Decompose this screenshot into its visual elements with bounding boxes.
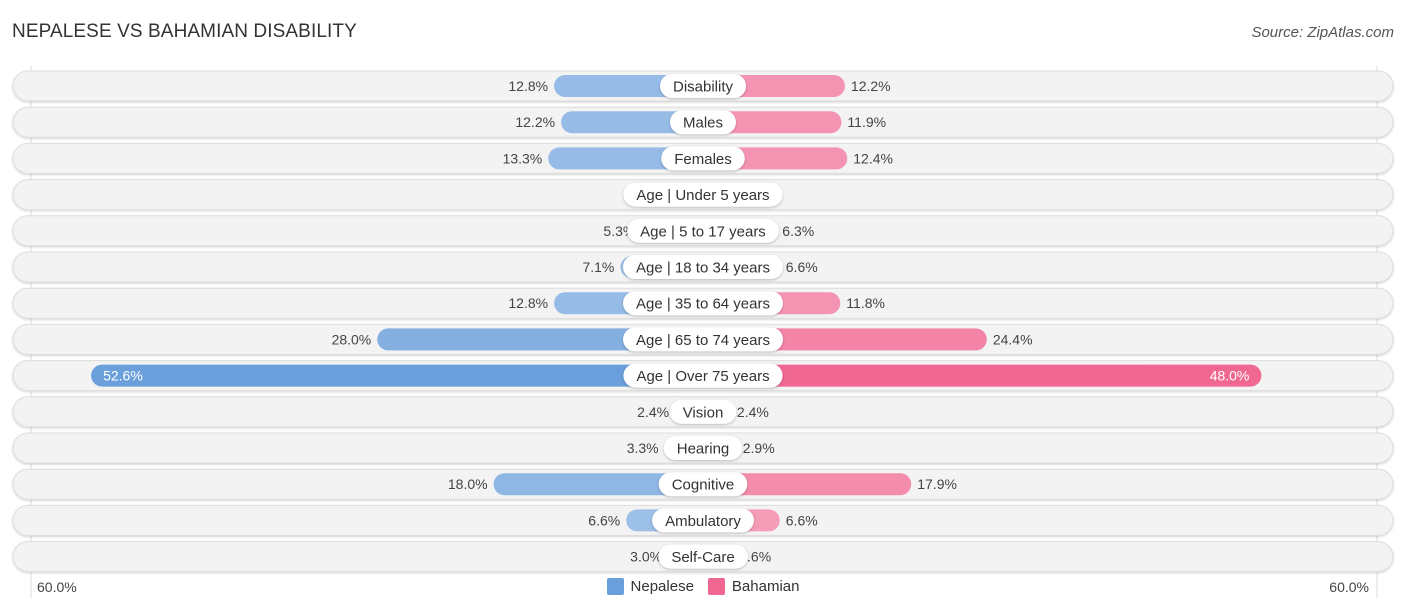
category-label: Ambulatory: [665, 513, 741, 530]
chart-row[interactable]: 7.1% 6.6% Age | 18 to 34 years: [12, 251, 1394, 283]
category-label: Age | 18 to 34 years: [636, 260, 770, 277]
value-label-nepalese: 12.8%: [508, 78, 548, 94]
value-label-nepalese: 52.6%: [103, 368, 143, 384]
chart-row[interactable]: 13.3% 12.4% Females: [12, 142, 1394, 174]
value-label-bahamian: 12.2%: [851, 78, 891, 94]
value-label-nepalese: 7.1%: [582, 259, 614, 275]
value-label-bahamian: 17.9%: [917, 476, 957, 492]
value-label-bahamian: 48.0%: [1210, 368, 1250, 384]
category-label: Age | 35 to 64 years: [636, 296, 770, 313]
legend-label-bahamian: Bahamian: [731, 578, 800, 595]
value-label-nepalese: 3.0%: [630, 549, 662, 565]
legend-item-bahamian[interactable]: Bahamian: [707, 578, 800, 595]
chart-row[interactable]: 12.8% 12.2% Disability: [12, 70, 1394, 102]
chart-row[interactable]: 12.8% 11.8% Age | 35 to 64 years: [12, 287, 1394, 319]
value-label-bahamian: 11.8%: [846, 295, 885, 311]
value-label-nepalese: 18.0%: [448, 476, 488, 492]
category-label: Age | 5 to 17 years: [640, 223, 766, 240]
chart-row[interactable]: 3.3% 2.9% Hearing: [12, 432, 1394, 464]
category-label: Self-Care: [671, 549, 734, 566]
legend-swatch-nepalese: [606, 578, 624, 595]
bar-nepalese: [91, 364, 714, 387]
value-label-bahamian: 11.9%: [847, 114, 886, 130]
value-label-nepalese: 13.3%: [503, 150, 543, 166]
category-label: Age | Under 5 years: [636, 187, 769, 204]
chart-row[interactable]: 18.0% 17.9% Cognitive: [12, 468, 1394, 500]
value-label-bahamian: 24.4%: [993, 331, 1033, 347]
category-label: Age | 65 to 74 years: [636, 332, 770, 349]
category-label: Females: [674, 151, 732, 168]
chart-row[interactable]: 5.3% 6.3%Age | 5 to 17 years: [12, 215, 1394, 247]
chart-row[interactable]: 2.4% 2.4% Vision: [12, 396, 1394, 428]
value-label-nepalese: 3.3%: [627, 440, 659, 456]
value-label-bahamian: 6.3%: [782, 223, 814, 239]
value-label-nepalese: 12.2%: [515, 114, 555, 130]
category-label: Males: [683, 115, 723, 132]
chart-row[interactable]: 28.0% 24.4% Age | 65 to 74 years: [12, 323, 1394, 355]
chart-row[interactable]: 6.6% 6.6% Ambulatory: [12, 504, 1394, 536]
chart-row[interactable]: 0.97%1.3%Age | Under 5 years: [12, 179, 1394, 211]
chart-row[interactable]: 12.2% 11.9% Males: [12, 106, 1394, 138]
value-label-bahamian: 2.4%: [737, 404, 769, 420]
category-label: Disability: [673, 79, 734, 96]
chart-row[interactable]: 52.6% 48.0% Age | Over 75 years: [12, 360, 1394, 392]
chart-plot: 12.8% 12.2% Disability 12.2% 11.9% Males 13.3%…: [12, 66, 1394, 598]
value-label-bahamian: 12.4%: [853, 150, 893, 166]
value-label-nepalese: 2.4%: [637, 404, 669, 420]
value-label-bahamian: 2.9%: [743, 440, 775, 456]
legend-label-nepalese: Nepalese: [630, 578, 694, 595]
legend: Nepalese Bahamian: [0, 578, 1406, 595]
category-label: Hearing: [677, 441, 730, 458]
value-label-nepalese: 12.8%: [508, 295, 548, 311]
value-label-bahamian: 6.6%: [786, 259, 818, 275]
value-label-nepalese: 6.6%: [588, 512, 620, 528]
legend-item-nepalese[interactable]: Nepalese: [606, 578, 694, 595]
category-label: Age | Over 75 years: [636, 368, 769, 385]
legend-swatch-bahamian: [707, 578, 725, 595]
category-label: Vision: [683, 404, 724, 421]
chart-row[interactable]: 3.0% 2.6%Self-Care: [12, 541, 1394, 573]
value-label-bahamian: 6.6%: [786, 512, 818, 528]
category-label: Cognitive: [672, 477, 735, 494]
value-label-nepalese: 28.0%: [332, 331, 372, 347]
